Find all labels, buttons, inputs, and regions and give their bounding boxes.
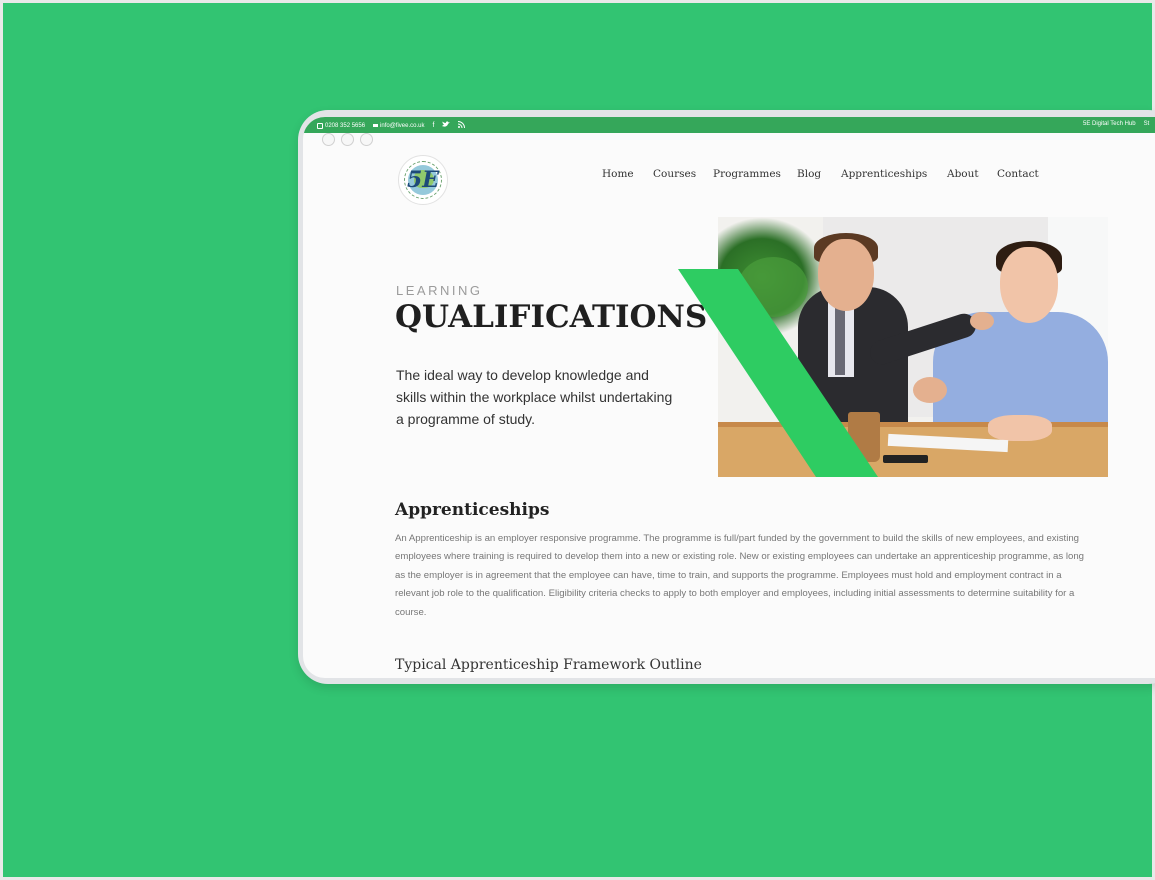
nav-programmes[interactable]: Programmes — [713, 168, 781, 180]
top-link-truncated[interactable]: St — [1144, 121, 1150, 127]
window-controls — [322, 133, 373, 146]
email-address: info@fivee.co.uk — [380, 122, 425, 129]
nav-about[interactable]: About — [947, 168, 979, 180]
section-body: An Apprenticeship is an employer respons… — [395, 533, 1084, 618]
phone-contact[interactable]: 0208 352 5656 — [317, 122, 366, 129]
main-nav: Home Courses Programmes Blog Apprentices… — [303, 168, 1155, 184]
top-link-digital-tech-hub[interactable]: 5E Digital Tech Hub — [1083, 121, 1136, 127]
phone-number: 0208 352 5656 — [325, 122, 366, 129]
hero-eyebrow: LEARNING — [396, 283, 483, 298]
facebook-icon[interactable]: f — [433, 122, 435, 129]
browser-screen: 0208 352 5656 info@fivee.co.uk f 5E Digi… — [303, 117, 1155, 678]
rss-icon[interactable] — [458, 121, 466, 130]
nav-blog[interactable]: Blog — [797, 168, 821, 180]
section-heading: Apprenticeships — [395, 500, 550, 520]
window-dot[interactable] — [360, 133, 373, 146]
phone-icon — [317, 122, 323, 129]
hero-lead: The ideal way to develop knowledge and s… — [396, 367, 673, 427]
hero-image — [678, 217, 1108, 477]
window-dot[interactable] — [341, 133, 354, 146]
nav-contact[interactable]: Contact — [997, 168, 1039, 180]
green-slash-shape — [678, 269, 878, 477]
nav-home[interactable]: Home — [602, 168, 634, 180]
nav-courses[interactable]: Courses — [653, 168, 696, 180]
email-contact[interactable]: info@fivee.co.uk — [373, 122, 425, 129]
mail-icon — [373, 124, 379, 127]
nav-apprenticeships[interactable]: Apprenticeships — [841, 168, 927, 180]
window-dot[interactable] — [322, 133, 335, 146]
top-bar: 0208 352 5656 info@fivee.co.uk f 5E Digi… — [303, 117, 1155, 133]
twitter-icon[interactable] — [442, 121, 451, 130]
section-subheading: Typical Apprenticeship Framework Outline — [395, 657, 702, 673]
hero-title: QUALIFICATIONS — [395, 299, 708, 335]
